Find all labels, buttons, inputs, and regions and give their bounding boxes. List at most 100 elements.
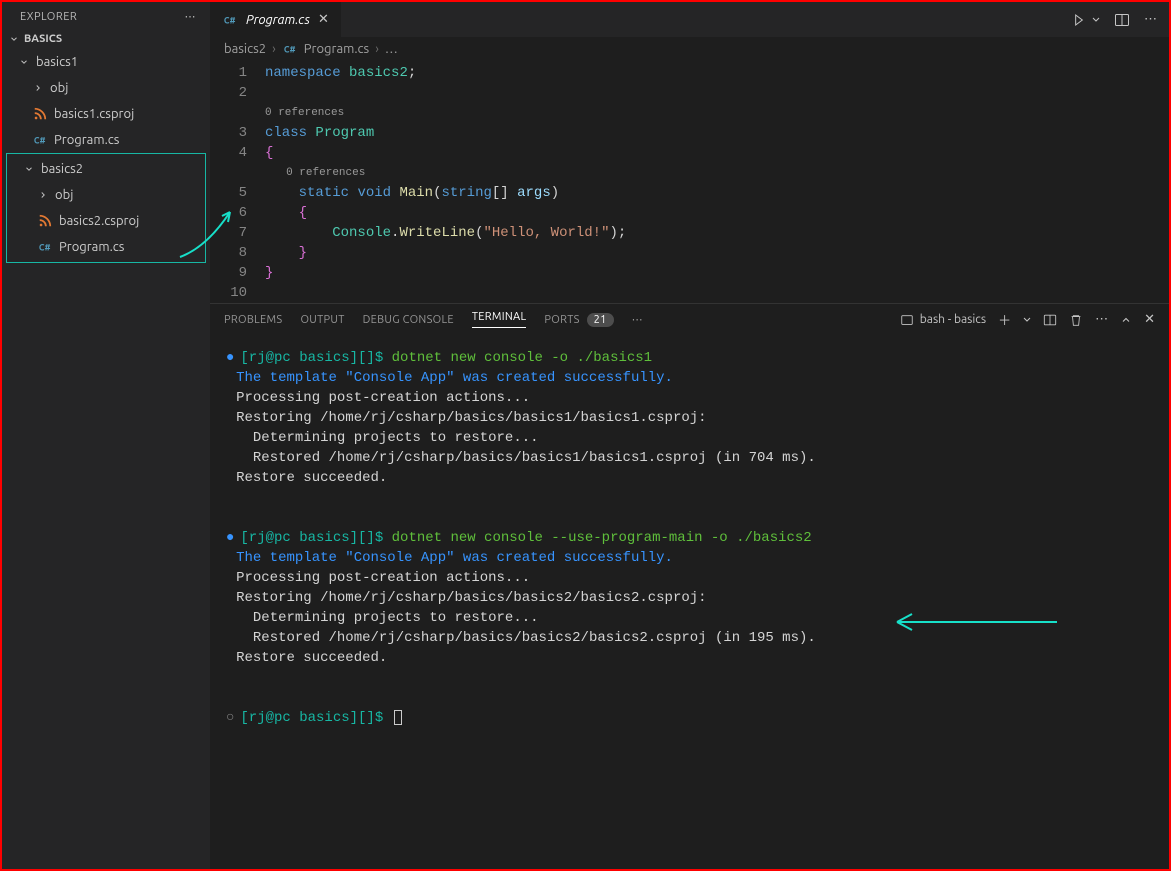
tab-terminal[interactable]: TERMINAL [472,311,527,328]
folder-label: obj [50,77,68,99]
panel-more-icon[interactable]: ⋯ [1095,312,1108,327]
file-label: basics1.csproj [54,103,134,125]
ports-count-badge: 21 [587,313,614,327]
csproj-file-icon [32,106,48,122]
chevron-up-icon[interactable] [1120,314,1132,326]
explorer-more-icon[interactable]: ⋯ [185,10,197,23]
term-line: The template "Console App" was created s… [226,368,1153,388]
run-icon[interactable] [1074,12,1100,28]
code-content: namespace basics2; 0 references class Pr… [265,63,1169,303]
tok-class: class [265,125,307,141]
tok-args: args [517,185,551,201]
breadcrumb-folder: basics2 [224,42,266,56]
bottom-panel: PROBLEMS OUTPUT DEBUG CONSOLE TERMINAL P… [210,303,1169,869]
tab-label: Program.cs [246,13,310,27]
folder-basics2[interactable]: basics2 [7,156,205,182]
line-gutter: 1 2 3 4 5 6 7 8 9 10 [210,63,265,303]
new-terminal-icon[interactable]: ＋ [998,310,1011,329]
term-line: Restored /home/rj/csharp/basics/basics1/… [226,448,1153,468]
csproj-file-icon [37,213,53,229]
svg-text:C#: C# [284,45,296,55]
folder-label: obj [55,184,73,206]
csharp-file-icon: C# [37,239,53,255]
folder-basics1[interactable]: basics1 [2,49,210,75]
folder-obj[interactable]: obj [2,75,210,101]
explorer-section-header[interactable]: BASICS [2,29,210,49]
file-basics2-csproj[interactable]: basics2.csproj [7,208,205,234]
trash-icon[interactable] [1069,313,1083,327]
bullet-icon: ● [226,530,234,546]
file-basics1-program[interactable]: C# Program.cs [2,127,210,153]
prompt: [rj@pc basics][]$ [240,530,391,546]
panel-tabs: PROBLEMS OUTPUT DEBUG CONSOLE TERMINAL P… [210,304,1169,336]
svg-text:C#: C# [34,136,46,146]
term-line: Processing post-creation actions... [226,388,1153,408]
explorer-title: EXPLORER [20,11,77,23]
file-tree: basics1 obj basics1.csproj C# Program.cs… [2,49,210,263]
term-line: Restore succeeded. [226,648,1153,668]
terminal-name: bash - basics [920,313,986,326]
term-line: Restoring /home/rj/csharp/basics/basics1… [226,408,1153,428]
tab-output[interactable]: OUTPUT [300,314,344,326]
prompt: [rj@pc basics][]$ [240,350,391,366]
term-line: The template "Console App" was created s… [226,548,1153,568]
svg-text:C#: C# [224,15,236,25]
file-basics1-csproj[interactable]: basics1.csproj [2,101,210,127]
tok-namespace: namespace [265,65,341,81]
bullet-icon: ● [226,350,234,366]
tab-problems[interactable]: PROBLEMS [224,314,282,326]
folder-label: basics2 [41,158,83,180]
term-line: Restore succeeded. [226,468,1153,488]
tok-semi: ; [408,65,416,81]
terminal-content[interactable]: ●[rj@pc basics][]$ dotnet new console -o… [210,336,1169,869]
svg-text:C#: C# [39,243,51,253]
terminal-dropdown-icon[interactable] [1023,316,1031,324]
chevron-right-icon: › [272,42,276,56]
tok-close: ) [610,225,618,241]
chevron-down-icon [8,34,20,44]
panel-more-icon[interactable]: ⋯ [632,313,643,326]
split-editor-icon[interactable] [1114,12,1130,28]
tok-void: void [357,185,391,201]
tab-program-cs[interactable]: C# Program.cs ✕ [210,2,342,37]
folder-label: basics1 [36,51,78,73]
tok-classname: Program [315,125,374,141]
chevron-right-icon [37,190,49,200]
ports-label: PORTS [544,314,579,326]
tok-writeline: WriteLine [399,225,475,241]
code-editor[interactable]: 1 2 3 4 5 6 7 8 9 10 namespace basics2; … [210,61,1169,303]
codelens[interactable]: 0 references [265,103,1169,123]
folder-obj-2[interactable]: obj [7,182,205,208]
codelens[interactable]: 0 references [265,163,1169,183]
terminal-selector[interactable]: bash - basics [900,313,986,327]
csharp-file-icon: C# [32,132,48,148]
close-icon[interactable]: ✕ [318,12,329,27]
chevron-right-icon: › [375,42,379,56]
editor-tabs: C# Program.cs ✕ ⋯ [210,2,1169,37]
breadcrumb[interactable]: basics2 › C# Program.cs › … [210,37,1169,61]
tok-semi: ; [618,225,626,241]
split-terminal-icon[interactable] [1043,313,1057,327]
close-panel-icon[interactable]: ✕ [1144,312,1155,327]
file-label: basics2.csproj [59,210,139,232]
term-line: Determining projects to restore... [226,608,1153,628]
tab-debug-console[interactable]: DEBUG CONSOLE [363,314,454,326]
term-line: Determining projects to restore... [226,428,1153,448]
file-label: Program.cs [59,236,124,258]
file-basics2-program[interactable]: C# Program.cs [7,234,205,260]
section-label: BASICS [24,33,62,45]
tok-string: string [441,185,491,201]
tok-static: static [299,185,349,201]
term-line: Restored /home/rj/csharp/basics/basics2/… [226,628,1153,648]
tok-brackets: [] [492,185,509,201]
chevron-right-icon [32,83,44,93]
term-line: Restoring /home/rj/csharp/basics/basics2… [226,588,1153,608]
tok-string-lit: "Hello, World!" [483,225,609,241]
more-icon[interactable]: ⋯ [1144,12,1157,27]
file-label: Program.cs [54,129,119,151]
tab-ports[interactable]: PORTS 21 [544,314,613,326]
chevron-down-icon [23,164,35,174]
csharp-file-icon: C# [282,41,298,57]
cursor [394,710,402,725]
prompt: [rj@pc basics][]$ [240,710,391,726]
